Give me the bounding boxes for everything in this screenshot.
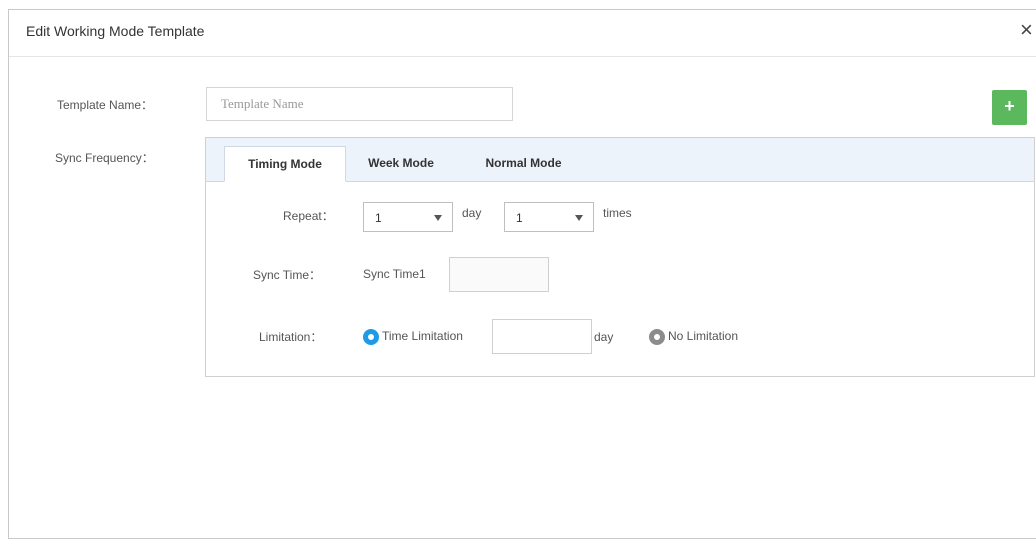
tab-timing-mode[interactable]: Timing Mode	[224, 146, 346, 182]
plus-icon: +	[1004, 96, 1015, 116]
template-name-label: Template Name：	[57, 98, 154, 112]
no-limitation-label: No Limitation	[668, 329, 739, 343]
add-button[interactable]: +	[992, 90, 1027, 125]
repeat-day-select[interactable]: 1	[363, 202, 453, 232]
sync-time1-label: Sync Time1	[363, 267, 426, 281]
time-limitation-label: Time Limitation	[382, 329, 463, 343]
repeat-label: Repeat：	[283, 209, 334, 223]
dialog-title: Edit Working Mode Template	[26, 23, 205, 39]
chevron-down-icon	[575, 215, 583, 221]
repeat-day-unit: day	[462, 206, 482, 220]
time-limitation-unit: day	[594, 330, 614, 344]
sync-frequency-label: Sync Frequency：	[55, 151, 154, 165]
repeat-day-value: 1	[375, 211, 382, 225]
sync-frequency-panel: Timing Mode Week Mode Normal Mode Repeat…	[205, 137, 1035, 377]
template-name-input[interactable]	[206, 87, 513, 121]
tab-normal-mode[interactable]: Normal Mode	[471, 146, 576, 181]
repeat-times-select[interactable]: 1	[504, 202, 594, 232]
mode-tabbar: Timing Mode Week Mode Normal Mode	[206, 138, 1034, 182]
repeat-times-value: 1	[516, 211, 523, 225]
limitation-label: Limitation：	[259, 330, 323, 344]
sync-time-label: Sync Time：	[253, 268, 322, 282]
chevron-down-icon	[434, 215, 442, 221]
tab-week-mode[interactable]: Week Mode	[356, 146, 446, 181]
radio-no-limitation[interactable]	[649, 329, 665, 345]
repeat-times-unit: times	[603, 206, 632, 220]
close-icon[interactable]: ×	[1020, 19, 1033, 41]
sync-time1-input[interactable]	[449, 257, 549, 292]
radio-time-limitation[interactable]	[363, 329, 379, 345]
time-limitation-input[interactable]	[492, 319, 592, 354]
edit-template-dialog: Edit Working Mode Template × Template Na…	[8, 9, 1036, 539]
dialog-header: Edit Working Mode Template ×	[9, 10, 1036, 57]
